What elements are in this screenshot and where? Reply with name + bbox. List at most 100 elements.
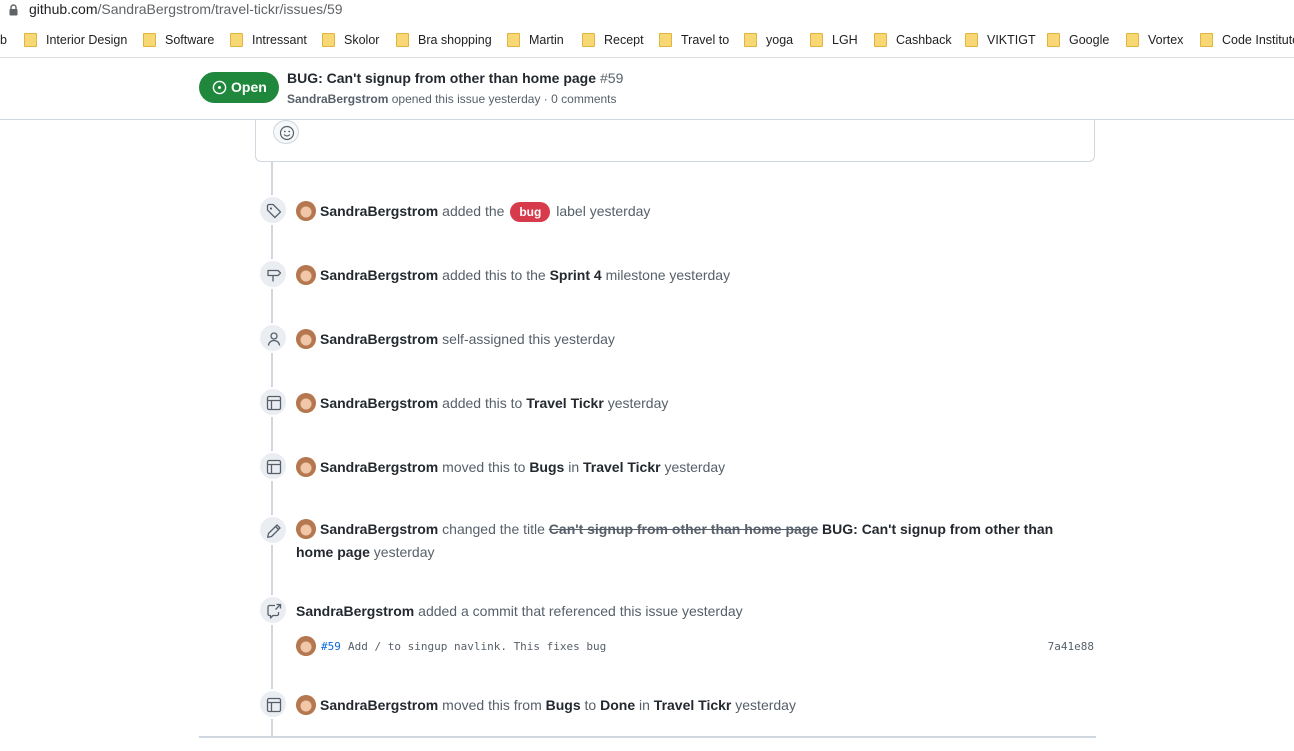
event-text-pre: added this to <box>442 395 523 411</box>
event-badge <box>258 451 288 481</box>
event-badge <box>258 515 288 545</box>
milestone-icon <box>267 269 282 282</box>
event-badge <box>258 323 288 353</box>
event-text: SandraBergstrom moved this to Bugs in Tr… <box>296 457 725 478</box>
folder-icon <box>24 33 37 47</box>
commit-issue-ref-link[interactable]: #59 <box>321 640 341 653</box>
event-text-post: yesterday <box>607 395 669 411</box>
folder-icon <box>582 33 595 47</box>
actor-link[interactable]: SandraBergstrom <box>320 521 438 537</box>
folder-icon <box>1047 33 1060 47</box>
event-text: SandraBergstrom self-assigned this yeste… <box>296 329 615 350</box>
bookmark-label: Cashback <box>896 33 952 47</box>
issue-opened-icon <box>212 80 227 95</box>
event-badge <box>258 195 288 225</box>
project-icon <box>266 459 282 475</box>
event-badge <box>258 595 288 625</box>
event-text-pre: added a commit that referenced this issu… <box>418 603 743 619</box>
commit-sha-link[interactable]: 7a41e88 <box>1048 640 1094 653</box>
timeline-event-renamed: SandraBergstrom changed the title Can't … <box>258 515 1098 565</box>
smiley-icon <box>279 125 295 141</box>
avatar[interactable] <box>296 519 316 540</box>
issue-sticky-header: Open BUG: Can't signup from other than h… <box>0 58 1294 120</box>
folder-icon <box>874 33 887 47</box>
event-text-pre: self-assigned this yesterday <box>442 331 615 347</box>
issue-number: #59 <box>600 70 624 86</box>
issue-title[interactable]: BUG: Can't signup from other than home p… <box>287 70 623 86</box>
issue-author-link[interactable]: SandraBergstrom <box>287 92 388 106</box>
bookmarks-bar: b Interior Design Software Intressant Sk… <box>0 22 1294 58</box>
event-text-mid2: in <box>639 697 650 713</box>
issue-meta-text: opened this issue yesterday · 0 comments <box>391 92 617 106</box>
bookmark-label: Travel to <box>681 33 730 47</box>
issue-state-badge: Open <box>199 72 279 103</box>
event-text: SandraBergstrom added this to the Sprint… <box>296 265 730 286</box>
bookmark-label: Skolor <box>344 33 380 47</box>
actor-link[interactable]: SandraBergstrom <box>320 697 438 713</box>
column-name-from: Bugs <box>545 697 581 713</box>
avatar[interactable] <box>296 265 316 286</box>
address-bar[interactable]: github.com/SandraBergstrom/travel-tickr/… <box>0 0 1294 22</box>
event-text-mid: to <box>584 697 597 713</box>
issue-state-label: Open <box>231 79 267 95</box>
bookmark-cut-label[interactable]: b <box>0 33 7 47</box>
old-title: Can't signup from other than home page <box>548 521 819 537</box>
avatar[interactable] <box>296 695 316 716</box>
event-text-mid: in <box>568 459 580 475</box>
issue-title-text: BUG: Can't signup from other than home p… <box>287 70 596 86</box>
event-text-pre: added this to the <box>442 267 546 283</box>
actor-link[interactable]: SandraBergstrom <box>296 603 414 619</box>
avatar[interactable] <box>296 636 316 656</box>
add-reaction-button[interactable] <box>273 120 299 144</box>
url-host: github.com <box>29 1 98 17</box>
actor-link[interactable]: SandraBergstrom <box>320 267 438 283</box>
bookmark-label: LGH <box>832 33 858 47</box>
timeline-event-added-to-project: SandraBergstrom added this to Travel Tic… <box>258 387 1098 417</box>
event-text: SandraBergstrom added this to Travel Tic… <box>296 393 668 414</box>
pencil-icon <box>267 524 281 538</box>
event-badge <box>258 689 288 719</box>
commit-message-link[interactable]: Add / to singup navlink. This fixes bug <box>348 640 606 653</box>
bug-label[interactable]: bug <box>510 202 551 223</box>
timeline-event-assigned: SandraBergstrom self-assigned this yeste… <box>258 323 1098 353</box>
timeline-event-moved-column: SandraBergstrom moved this from Bugs to … <box>258 689 1098 719</box>
timeline-event-referenced: SandraBergstrom added a commit that refe… <box>258 595 1098 625</box>
event-text-post: yesterday <box>664 459 726 475</box>
avatar[interactable] <box>296 457 316 478</box>
event-text-post: yesterday <box>373 544 435 560</box>
column-name: Bugs <box>529 459 565 475</box>
actor-link[interactable]: SandraBergstrom <box>320 395 438 411</box>
url-text[interactable]: github.com/SandraBergstrom/travel-tickr/… <box>29 1 343 17</box>
actor-link[interactable]: SandraBergstrom <box>320 203 438 219</box>
event-text: SandraBergstrom added the bug label yest… <box>296 201 650 223</box>
project-link[interactable]: Travel Tickr <box>583 459 661 475</box>
avatar[interactable] <box>296 393 316 414</box>
bookmark-label: Software <box>165 33 215 47</box>
event-text: SandraBergstrom moved this from Bugs to … <box>296 695 796 716</box>
event-text-post: yesterday <box>735 697 796 713</box>
bookmark-label: Bra shopping <box>418 33 492 47</box>
person-icon <box>267 332 281 346</box>
project-icon <box>266 395 282 411</box>
event-text-pre: changed the title <box>442 521 545 537</box>
bookmark-label: Intressant <box>252 33 307 47</box>
comment-box <box>255 120 1095 162</box>
event-text-post: milestone yesterday <box>605 267 731 283</box>
folder-icon <box>1126 33 1139 47</box>
project-link[interactable]: Travel Tickr <box>654 697 732 713</box>
actor-link[interactable]: SandraBergstrom <box>320 459 438 475</box>
timeline-event-milestoned: SandraBergstrom added this to the Sprint… <box>258 259 1098 289</box>
bookmark-label: Martin <box>529 33 564 47</box>
event-text-pre: added the <box>442 203 505 219</box>
event-text-pre: moved this from <box>442 697 542 713</box>
event-badge <box>258 387 288 417</box>
avatar[interactable] <box>296 329 316 350</box>
cross-reference-icon <box>267 603 282 619</box>
bookmark-label: yoga <box>766 33 794 47</box>
milestone-link[interactable]: Sprint 4 <box>550 267 602 283</box>
folder-icon <box>507 33 520 47</box>
project-icon <box>266 697 282 713</box>
avatar[interactable] <box>296 201 316 222</box>
actor-link[interactable]: SandraBergstrom <box>320 331 438 347</box>
project-link[interactable]: Travel Tickr <box>526 395 604 411</box>
